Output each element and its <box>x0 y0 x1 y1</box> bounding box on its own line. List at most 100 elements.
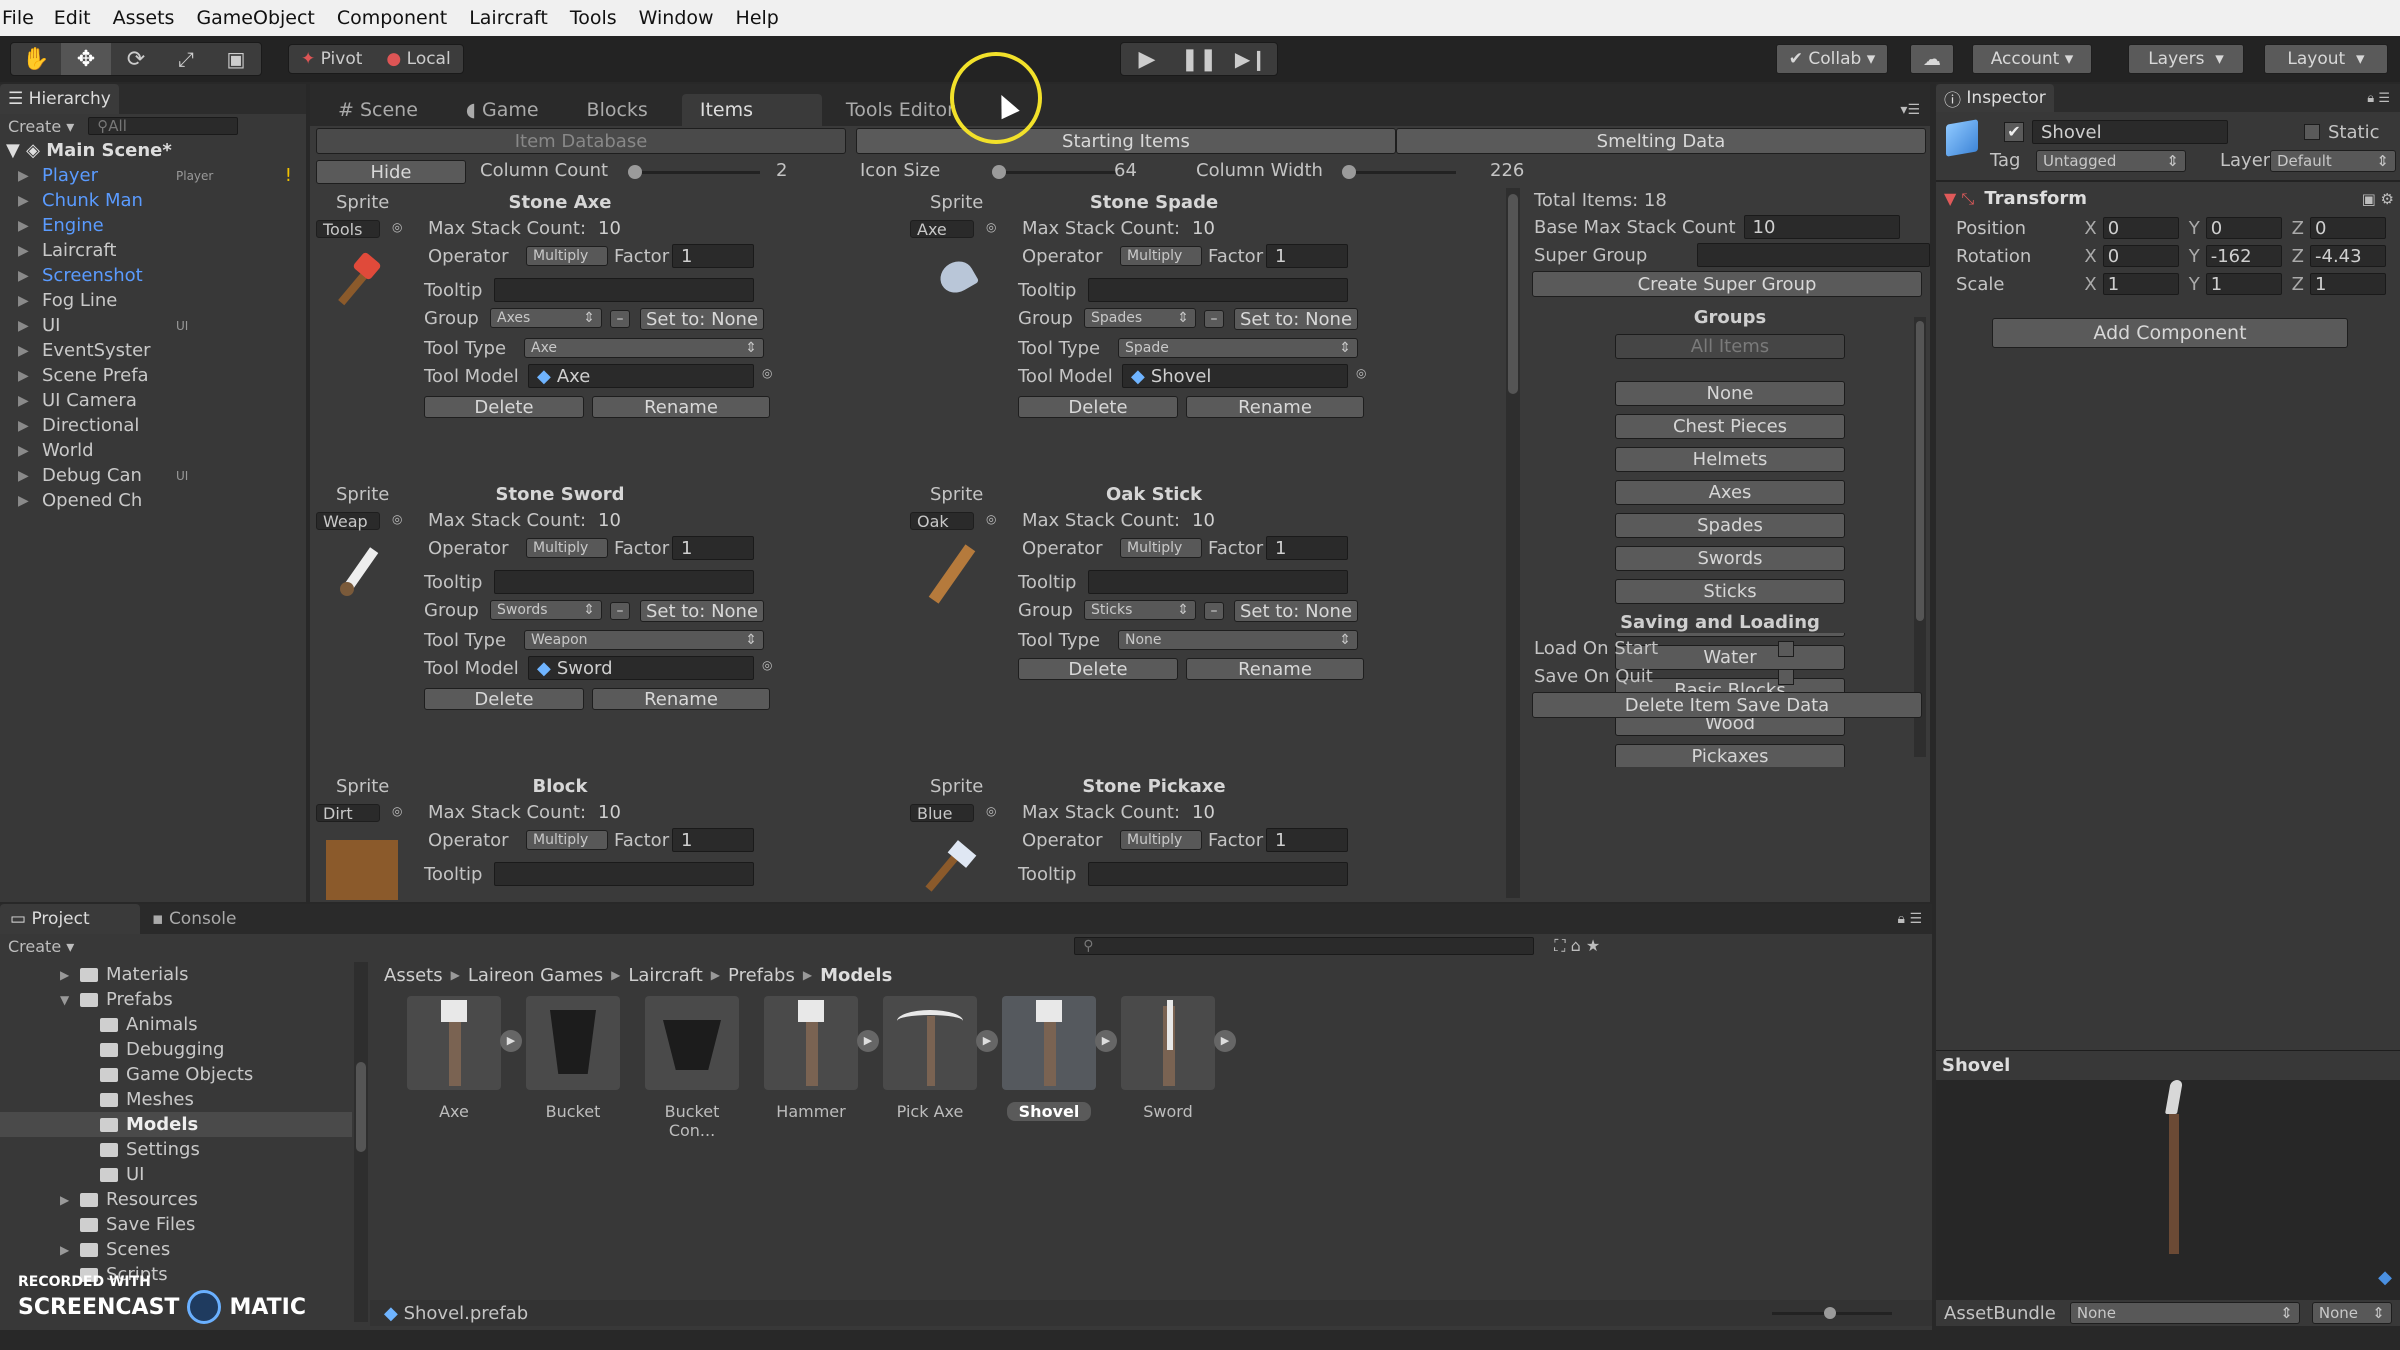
tab-items[interactable]: Items <box>681 94 822 126</box>
menu-assets[interactable]: Assets <box>113 7 175 29</box>
tooltip-field[interactable] <box>1088 570 1348 594</box>
rename-button[interactable]: Rename <box>592 396 770 418</box>
hierarchy-create[interactable]: Create <box>8 117 61 136</box>
step-icon[interactable]: ▶❙ <box>1225 47 1277 71</box>
slider-handle[interactable] <box>1824 1306 1836 1319</box>
scale-y-field[interactable]: 1 <box>2205 273 2282 295</box>
rotation-x-field[interactable]: 0 <box>2102 245 2179 267</box>
hierarchy-item[interactable]: ▶ Opened Ch <box>0 488 306 513</box>
set-to-none-button[interactable]: Set to: None <box>640 308 764 330</box>
asset-item[interactable]: Bucket <box>523 996 623 1121</box>
lock-icon[interactable]: 🔒︎ ☰ <box>2367 91 2390 106</box>
hierarchy-item[interactable]: ▶ Directional <box>0 413 306 438</box>
expand-prefab-icon[interactable]: ▶ <box>500 1030 522 1052</box>
set-to-none-button[interactable]: Set to: None <box>640 600 764 622</box>
menu-component[interactable]: Component <box>337 7 447 29</box>
max-stack-field[interactable]: 10 <box>1184 800 1294 824</box>
tooltip-field[interactable] <box>1088 278 1348 302</box>
hierarchy-item[interactable]: ▶ Engine <box>0 213 306 238</box>
operator-dropdown[interactable]: Multiply <box>526 830 608 850</box>
slider-handle[interactable] <box>628 165 642 179</box>
factor-field[interactable]: 1 <box>672 244 754 268</box>
asset-item[interactable]: Bucket Con... <box>642 996 742 1140</box>
group-button[interactable]: Sticks <box>1615 579 1845 604</box>
move-tool-icon[interactable]: ✥ <box>61 43 111 75</box>
menu-file[interactable]: File <box>2 7 34 29</box>
panel-menu-icon[interactable]: 🔒︎ ☰ <box>1898 911 1922 927</box>
starting-items-button[interactable]: Starting Items <box>856 128 1396 154</box>
menu-window[interactable]: Window <box>639 7 714 29</box>
sprite-field[interactable]: Axe <box>910 220 974 239</box>
minus-button[interactable]: – <box>610 310 630 328</box>
group-button[interactable]: None <box>1615 381 1845 406</box>
group-button[interactable]: Chest Pieces <box>1615 414 1845 439</box>
breadcrumb-item[interactable]: Models <box>820 965 892 986</box>
static-checkbox[interactable] <box>2304 124 2320 140</box>
layout-button[interactable]: Layout ▾ <box>2264 44 2388 74</box>
group-button[interactable]: Axes <box>1615 480 1845 505</box>
menu-edit[interactable]: Edit <box>54 7 91 29</box>
project-tree-item[interactable]: Models <box>0 1112 352 1137</box>
delete-button[interactable]: Delete <box>1018 396 1178 418</box>
assetbundle-variant-dropdown[interactable]: None ⇕ <box>2311 1302 2392 1324</box>
group-dropdown[interactable]: Spades ⇕ <box>1084 308 1196 328</box>
project-tree-item[interactable]: Debugging <box>0 1037 352 1062</box>
tab-console[interactable]: ▪ Console <box>140 904 248 934</box>
hand-tool-icon[interactable]: ✋ <box>11 47 61 72</box>
delete-save-button[interactable]: Delete Item Save Data <box>1532 692 1922 718</box>
project-tree-item[interactable]: ▶ Scenes <box>0 1237 352 1262</box>
scale-x-field[interactable]: 1 <box>2102 273 2179 295</box>
object-picker-icon[interactable]: ◎ <box>392 220 402 234</box>
smelting-data-button[interactable]: Smelting Data <box>1396 128 1926 154</box>
settings-icon[interactable]: ▣ ⚙ <box>2362 190 2394 208</box>
project-tree-item[interactable]: Settings <box>0 1137 352 1162</box>
operator-dropdown[interactable]: Multiply <box>1120 830 1202 850</box>
hierarchy-item[interactable]: ▶ Laircraft <box>0 238 306 263</box>
scale-z-field[interactable]: 1 <box>2310 273 2386 295</box>
factor-field[interactable]: 1 <box>1266 828 1348 852</box>
play-icon[interactable]: ▶ <box>1121 47 1173 72</box>
collab-button[interactable]: ✔ Collab ▾ <box>1776 44 1888 74</box>
tab-game[interactable]: ◖ Game <box>448 94 557 126</box>
hierarchy-item[interactable]: ▶ UI UI <box>0 313 306 338</box>
minus-button[interactable]: – <box>610 602 630 620</box>
hierarchy-item[interactable]: ▶ UI Camera <box>0 388 306 413</box>
object-picker-icon[interactable]: ◎ <box>986 220 996 234</box>
delete-button[interactable]: Delete <box>1018 658 1178 680</box>
pivot-button[interactable]: ✦ Pivot <box>289 49 374 69</box>
scale-tool-icon[interactable]: ⤢ <box>161 47 211 71</box>
tool-type-dropdown[interactable]: Spade ⇕ <box>1118 338 1358 358</box>
operator-dropdown[interactable]: Multiply <box>1120 538 1202 558</box>
hide-button[interactable]: Hide <box>316 160 466 184</box>
minus-button[interactable]: – <box>1204 602 1224 620</box>
menu-laircraft[interactable]: Laircraft <box>469 7 548 29</box>
max-stack-field[interactable]: 10 <box>590 216 700 240</box>
tool-type-dropdown[interactable]: None ⇕ <box>1118 630 1358 650</box>
slider-handle[interactable] <box>992 165 1006 179</box>
group-dropdown[interactable]: Swords ⇕ <box>490 600 602 620</box>
operator-dropdown[interactable]: Multiply <box>1120 246 1202 266</box>
asset-item[interactable]: ▶ Axe <box>404 996 522 1121</box>
tooltip-field[interactable] <box>1088 862 1348 886</box>
groups-scrollbar[interactable] <box>1914 317 1926 757</box>
tool-model-field[interactable]: ◆ Shovel <box>1122 364 1348 388</box>
object-picker-icon[interactable]: ◎ <box>392 512 402 526</box>
tab-blocks[interactable]: Blocks <box>569 94 666 126</box>
factor-field[interactable]: 1 <box>1266 244 1348 268</box>
transform-header[interactable]: ▼ ⤡ Transform ▣ ⚙ <box>1944 188 2394 209</box>
icon-size-slider[interactable] <box>992 165 1116 179</box>
asset-item[interactable]: ▶ Sword <box>1118 996 1236 1121</box>
panel-menu-icon[interactable]: ▾☰ <box>1900 102 1920 118</box>
scroll-thumb[interactable] <box>1508 194 1518 394</box>
thumbnail-size-slider[interactable] <box>1772 1306 1892 1319</box>
max-stack-field[interactable]: 10 <box>590 800 700 824</box>
breadcrumb-item[interactable]: Laireon Games <box>468 965 603 986</box>
save-on-quit-checkbox[interactable] <box>1778 668 1794 685</box>
tooltip-field[interactable] <box>494 278 754 302</box>
object-picker-icon[interactable]: ◎ <box>392 804 402 818</box>
filter-icons[interactable]: ⛶ ⌂ ★ <box>1554 936 1600 956</box>
account-button[interactable]: Account ▾ <box>1972 44 2092 74</box>
scroll-thumb[interactable] <box>356 1062 366 1152</box>
column-width-slider[interactable] <box>1342 165 1456 179</box>
rename-button[interactable]: Rename <box>1186 658 1364 680</box>
